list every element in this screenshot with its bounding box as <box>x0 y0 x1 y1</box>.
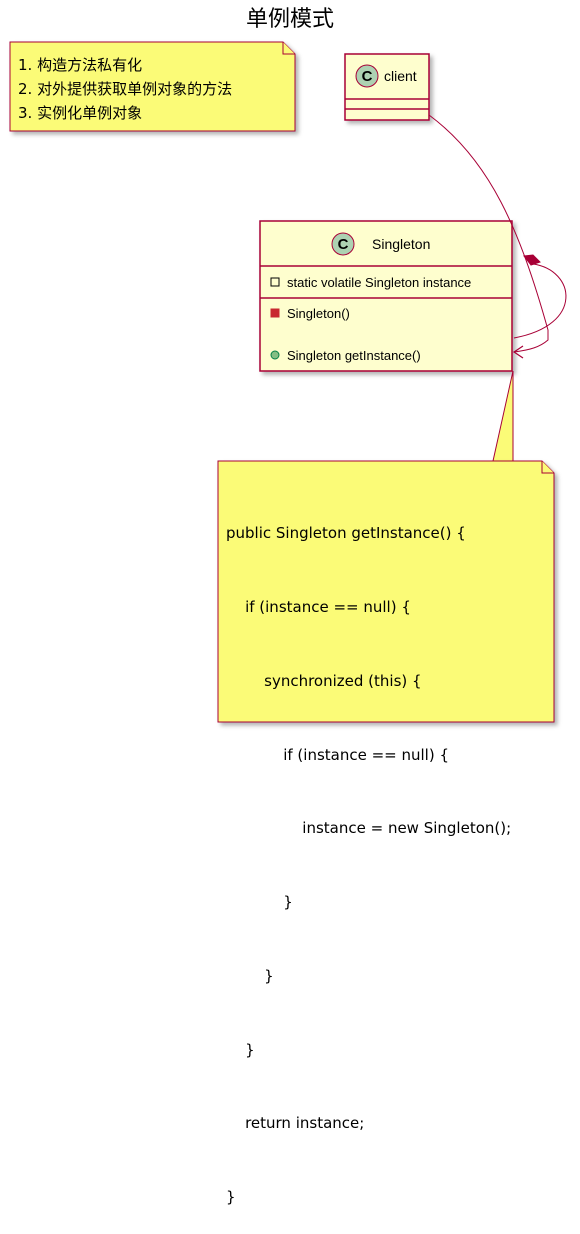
code-line: } <box>226 1040 255 1059</box>
note-line: 2. 对外提供获取单例对象的方法 <box>18 80 233 98</box>
class-stereotype-letter: C <box>362 68 373 85</box>
code-line: if (instance == null) { <box>226 597 411 616</box>
code-line: instance = new Singleton(); <box>226 819 512 838</box>
class-stereotype-letter: C <box>338 236 349 253</box>
public-visibility-icon <box>270 350 280 360</box>
client-class[interactable]: C client <box>344 53 430 121</box>
code-line: } <box>226 893 293 912</box>
singleton-class-name: Singleton <box>372 236 430 252</box>
note-line: 3. 实例化单例对象 <box>18 104 143 122</box>
singleton-self-composition <box>513 254 567 339</box>
code-line: if (instance == null) { <box>226 745 450 764</box>
code-line: } <box>226 966 274 985</box>
code-line: return instance; <box>226 1114 365 1133</box>
singleton-method: Singleton getInstance() <box>287 348 421 363</box>
client-class-name: client <box>384 68 417 84</box>
code-line: public Singleton getInstance() { <box>226 524 466 543</box>
code-line: synchronized (this) { <box>226 671 422 690</box>
note-line: 1. 构造方法私有化 <box>18 56 143 74</box>
singleton-field: static volatile Singleton instance <box>287 275 471 290</box>
requirements-note-text: 1. 构造方法私有化 2. 对外提供获取单例对象的方法 3. 实例化单例对象 <box>18 53 232 125</box>
code-note-text: public Singleton getInstance() { if (ins… <box>226 472 511 1234</box>
singleton-class[interactable]: C Singleton static volatile Singleton in… <box>259 220 513 372</box>
private-visibility-icon <box>270 308 280 318</box>
code-line: } <box>226 1188 236 1207</box>
singleton-constructor: Singleton() <box>287 306 350 321</box>
